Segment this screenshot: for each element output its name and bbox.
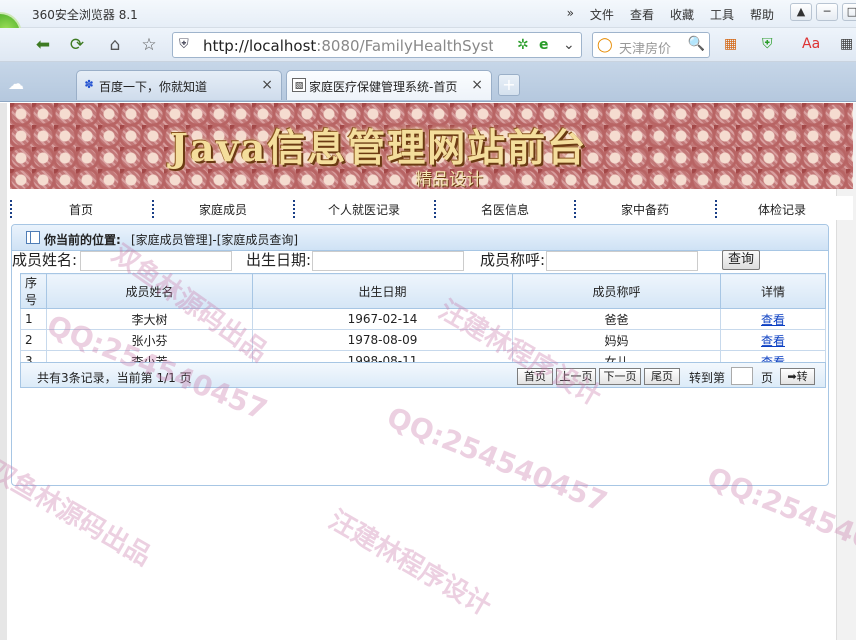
close-icon[interactable]: × [261, 77, 273, 93]
menu-more[interactable]: » [567, 6, 574, 23]
search-icon[interactable]: 🔍 [688, 36, 705, 52]
cell-index: 2 [20, 329, 47, 351]
site-nav: 首页 家庭成员 个人就医记录 名医信息 家中备药 体检记录 [10, 196, 853, 220]
breadcrumb-lead: 你当前的位置: [44, 233, 121, 247]
page-icon: ▧ [292, 78, 306, 92]
menu-favorites[interactable]: 收藏 [670, 6, 694, 23]
new-tab-button[interactable]: + [498, 74, 520, 96]
col-name: 成员姓名 [46, 273, 253, 309]
minimize-button[interactable]: ─ [816, 3, 838, 21]
table-row: 1 李大树 1967-02-14 爸爸 查看 [20, 308, 826, 330]
col-detail: 详情 [720, 273, 826, 309]
address-url[interactable]: http://localhost:8080/FamilyHealthSystem… [203, 37, 493, 55]
cell-birth: 1978-08-09 [252, 329, 513, 351]
window-menu: » 文件 查看 收藏 工具 帮助 [551, 6, 774, 23]
first-page-button[interactable]: 首页 [517, 368, 553, 385]
security-icon[interactable]: ⛨ [762, 36, 773, 52]
cell-index: 1 [20, 308, 47, 330]
page-number-input[interactable] [731, 367, 753, 385]
birth-date-input[interactable] [312, 251, 464, 271]
search-engine-icon[interactable]: ◯ [597, 37, 613, 53]
record-count: 共有3条记录，当前第 1/1 页 [37, 371, 192, 385]
banner-subtitle: 精品设计 [415, 170, 483, 190]
maximize-button[interactable]: □ [842, 3, 856, 21]
menu-grid-icon[interactable]: ▦ [840, 36, 853, 52]
cell-name: 张小芬 [46, 329, 253, 351]
nav-medicine[interactable]: 家中备药 [576, 201, 714, 218]
member-name-label: 成员姓名: [12, 251, 78, 269]
paw-icon: ✽ [84, 78, 94, 91]
tab-bar: ☁ ✽ 百度一下，你就知道 × ▧ 家庭医疗保健管理系统-首页 × + [0, 62, 856, 102]
member-title-label: 成员称呼: [480, 251, 546, 269]
table-header-row: 序号 成员姓名 出生日期 成员称呼 详情 [20, 273, 826, 309]
site-banner: Java信息管理网站前台 精品设计 [10, 103, 853, 190]
tab-family-health[interactable]: ▧ 家庭医疗保健管理系统-首页 × [286, 70, 492, 100]
view-link[interactable]: 查看 [761, 313, 785, 327]
col-birth: 出生日期 [252, 273, 513, 309]
compat-icon[interactable]: ✲ [517, 37, 529, 53]
members-table: 序号 成员姓名 出生日期 成员称呼 详情 1 李大树 1967-02-14 爸爸… [20, 273, 826, 372]
chevron-down-icon[interactable]: ⌄ [563, 37, 575, 53]
tab-baidu[interactable]: ✽ 百度一下，你就知道 × [76, 70, 282, 100]
query-button[interactable]: 查询 [722, 250, 760, 270]
back-arrow-icon[interactable]: ⬅ [30, 32, 56, 58]
home-icon[interactable]: ⌂ [102, 32, 128, 58]
star-icon[interactable]: ☆ [136, 32, 162, 58]
tab-label: 家庭医疗保健管理系统-首页 [309, 80, 458, 94]
menu-file[interactable]: 文件 [590, 6, 614, 23]
tab-label: 百度一下，你就知道 [99, 80, 208, 94]
menu-help[interactable]: 帮助 [750, 6, 774, 23]
page-viewport: Java信息管理网站前台 精品设计 首页 家庭成员 个人就医记录 名医信息 家中… [0, 103, 856, 640]
nav-home[interactable]: 首页 [12, 201, 150, 218]
apps-grid-icon[interactable]: ▦ [724, 36, 737, 52]
cell-title: 爸爸 [512, 308, 721, 330]
ie-icon[interactable]: e [539, 37, 549, 53]
nav-medical-records[interactable]: 个人就医记录 [295, 201, 433, 218]
watermark: 汪建林程序设计 [323, 505, 497, 623]
search-input[interactable]: 天津房价 [619, 38, 671, 57]
refresh-icon[interactable]: ⟳ [64, 32, 90, 58]
menu-tools[interactable]: 工具 [710, 6, 734, 23]
page-unit-label: 页 [761, 371, 774, 385]
banner-title: Java信息管理网站前台 [170, 125, 588, 170]
member-name-input[interactable] [80, 251, 232, 271]
cell-name: 李大树 [46, 308, 253, 330]
nav-doctors[interactable]: 名医信息 [436, 201, 574, 218]
table-row: 2 张小芬 1978-08-09 妈妈 查看 [20, 329, 826, 351]
search-box[interactable]: ◯ 天津房价 🔍 [592, 32, 710, 58]
prev-page-button[interactable]: 上一页 [556, 368, 596, 385]
cell-detail: 查看 [720, 329, 826, 351]
translate-icon[interactable]: Aa [802, 36, 820, 52]
birth-date-label: 出生日期: [246, 251, 312, 269]
title-bar: 360安全浏览器 8.1 » 文件 查看 收藏 工具 帮助 ▲ ─ □ [0, 0, 856, 28]
breadcrumb-path: [家庭成员管理]-[家庭成员查询] [131, 233, 299, 247]
pagination-bar: 共有3条记录，当前第 1/1 页 首页 上一页 下一页 尾页 转到第 页 ➡转 [20, 362, 826, 388]
shield-icon: ⛨ [179, 37, 189, 52]
window-icon [26, 231, 40, 244]
col-index: 序号 [20, 273, 47, 309]
address-bar[interactable]: ⛨ http://localhost:8080/FamilyHealthSyst… [172, 32, 582, 58]
next-page-button[interactable]: 下一页 [599, 368, 641, 385]
menu-view[interactable]: 查看 [630, 6, 654, 23]
page-left-edge [0, 103, 7, 640]
view-link[interactable]: 查看 [761, 334, 785, 348]
shirt-icon[interactable]: ▲ [790, 3, 812, 21]
last-page-button[interactable]: 尾页 [644, 368, 680, 385]
breadcrumb: 你当前的位置: [家庭成员管理]-[家庭成员查询] [12, 225, 828, 251]
nav-family-members[interactable]: 家庭成员 [154, 201, 292, 218]
cell-detail: 查看 [720, 308, 826, 330]
navigation-bar: ⬅ ⟳ ⌂ ☆ ⛨ http://localhost:8080/FamilyHe… [0, 28, 856, 62]
col-title: 成员称呼 [512, 273, 721, 309]
member-title-input[interactable] [546, 251, 698, 271]
app-title: 360安全浏览器 8.1 [32, 8, 138, 22]
close-icon[interactable]: × [471, 77, 483, 93]
goto-label: 转到第 [689, 371, 726, 385]
go-button[interactable]: ➡转 [780, 368, 815, 385]
nav-checkup[interactable]: 体检记录 [717, 201, 847, 218]
cloud-icon[interactable]: ☁ [8, 74, 24, 93]
cell-birth: 1967-02-14 [252, 308, 513, 330]
cell-title: 妈妈 [512, 329, 721, 351]
